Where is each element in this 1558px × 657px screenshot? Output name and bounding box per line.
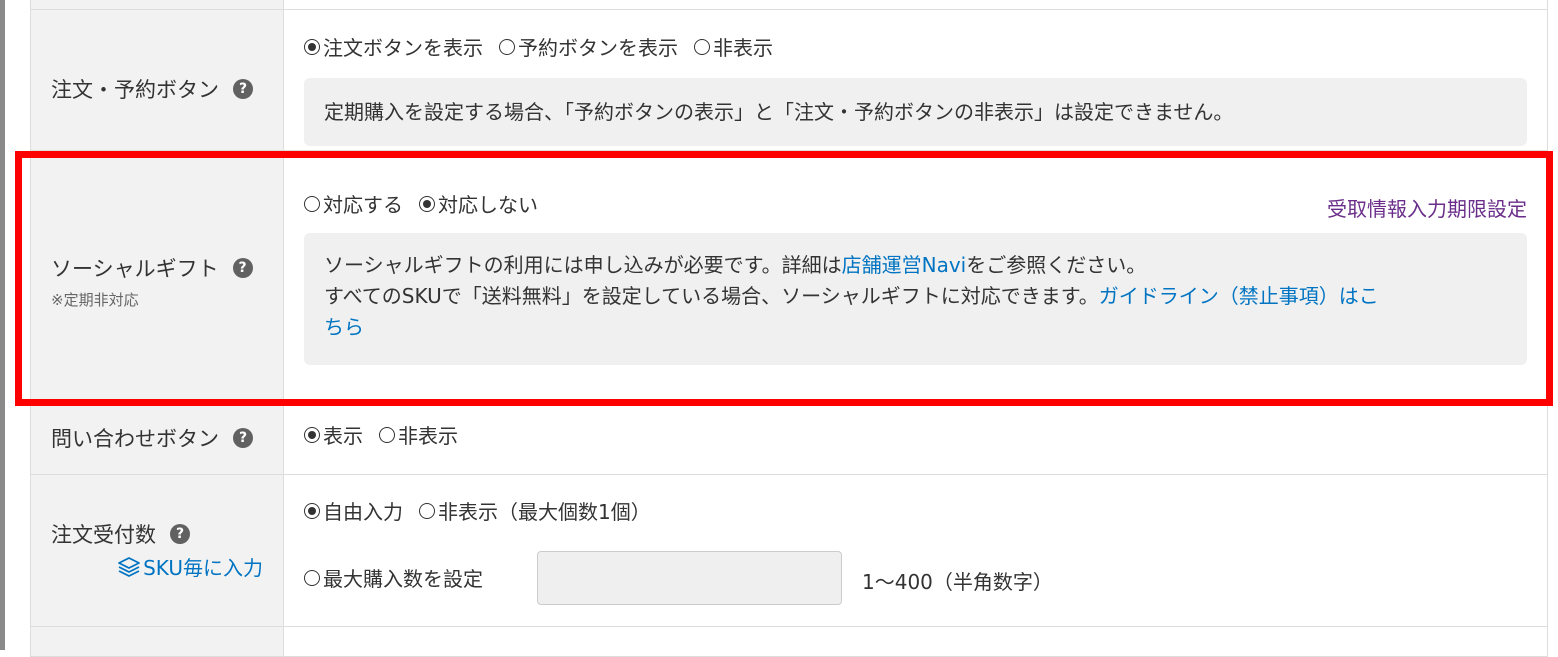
radio-unchecked-icon[interactable] <box>379 426 395 443</box>
store-navi-link[interactable]: 店舗運営Navi <box>842 253 967 277</box>
sku-input-link[interactable]: SKU毎に入力 <box>117 552 263 581</box>
order-quantity-label: 注文受付数 ? <box>51 519 190 549</box>
radio-hide-button[interactable]: 非表示 <box>694 32 773 61</box>
row-label-cell <box>31 0 284 9</box>
help-icon[interactable]: ? <box>170 524 190 544</box>
row-value-cell <box>284 0 1547 9</box>
inquiry-button-value-cell: 表示 非表示 <box>284 403 1547 474</box>
radio-social-gift-no-support[interactable]: 対応しない <box>419 189 538 218</box>
order-button-label-cell: 注文・予約ボタン ? <box>31 10 284 150</box>
order-button-label-text: 注文・予約ボタン <box>51 78 219 102</box>
radio-free-input[interactable]: 自由入力 <box>304 496 403 525</box>
inquiry-button-radio-group: 表示 非表示 <box>304 420 474 449</box>
radio-label: 最大購入数を設定 <box>323 567 483 591</box>
radio-label: 非表示 <box>398 424 458 448</box>
sku-input-link-text: SKU毎に入力 <box>143 556 263 580</box>
social-gift-note: ソーシャルギフトの利用には申し込みが必要です。詳細は店舗運営Naviをご参照くだ… <box>304 233 1527 365</box>
radio-label: 注文ボタンを表示 <box>323 36 483 60</box>
layers-icon <box>118 556 140 577</box>
radio-label: 非表示 <box>713 36 773 60</box>
radio-label: 予約ボタンを表示 <box>518 36 678 60</box>
radio-checked-icon[interactable] <box>304 426 320 443</box>
product-settings-form: 注文・予約ボタン ? 注文ボタンを表示 予約ボタンを表示 非表示 定期購入を設定… <box>30 0 1548 657</box>
guideline-link[interactable]: ガイドライン（禁止事項）はこ <box>1099 284 1379 308</box>
social-gift-note-line3: ちら <box>324 312 1507 343</box>
radio-inquiry-hide[interactable]: 非表示 <box>379 420 458 449</box>
social-gift-radio-group: 対応する 対応しない <box>304 189 554 218</box>
order-quantity-label-cell: 注文受付数 ? SKU毎に入力 <box>31 475 284 626</box>
window-edge <box>0 0 5 650</box>
radio-label: 対応する <box>323 193 403 217</box>
radio-checked-icon[interactable] <box>304 38 320 55</box>
social-gift-note-line2: すべてのSKUで「送料無料」を設定している場合、ソーシャルギフトに対応できます。… <box>324 281 1507 312</box>
form-row-partial-bottom <box>31 627 1547 657</box>
form-row-partial-top <box>31 0 1547 10</box>
radio-label: 対応しない <box>438 193 538 217</box>
row-value-cell <box>284 627 1547 656</box>
radio-unchecked-icon[interactable] <box>304 195 320 212</box>
form-row-social-gift: ソーシャルギフト ? ※定期非対応 対応する 対応しない 受取情報入力期限設定 … <box>31 151 1547 403</box>
order-button-note: 定期購入を設定する場合、「予約ボタンの表示」と「注文・予約ボタンの非表示」は設定… <box>304 78 1527 146</box>
note-text: すべてのSKUで「送料無料」を設定している場合、ソーシャルギフトに対応できます。 <box>324 284 1099 308</box>
help-icon[interactable]: ? <box>233 79 253 99</box>
note-text: ソーシャルギフトの利用には申し込みが必要です。詳細は <box>324 253 842 277</box>
inquiry-button-label-cell: 問い合わせボタン ? <box>31 403 284 474</box>
inquiry-button-label: 問い合わせボタン ? <box>51 423 253 453</box>
form-row-order-button: 注文・予約ボタン ? 注文ボタンを表示 予約ボタンを表示 非表示 定期購入を設定… <box>31 10 1547 151</box>
help-icon[interactable]: ? <box>233 428 253 448</box>
form-row-order-quantity: 注文受付数 ? SKU毎に入力 自由入力 非表示（最大個数1個） 最大購入数を設… <box>31 475 1547 627</box>
help-icon[interactable]: ? <box>232 258 253 278</box>
order-button-note-text: 定期購入を設定する場合、「予約ボタンの表示」と「注文・予約ボタンの非表示」は設定… <box>324 99 1234 124</box>
social-gift-value-cell: 対応する 対応しない 受取情報入力期限設定 ソーシャルギフトの利用には申し込みが… <box>284 151 1547 402</box>
radio-checked-icon[interactable] <box>304 502 320 519</box>
inquiry-button-label-text: 問い合わせボタン <box>51 427 219 451</box>
radio-label: 自由入力 <box>323 500 403 524</box>
radio-show-reserve-button[interactable]: 予約ボタンを表示 <box>499 32 678 61</box>
order-quantity-value-cell: 自由入力 非表示（最大個数1個） 最大購入数を設定 1〜400（半角数字） <box>284 475 1547 626</box>
order-button-label: 注文・予約ボタン ? <box>51 74 253 104</box>
social-gift-sub-label: ※定期非対応 <box>51 291 139 309</box>
note-text: をご参照ください。 <box>966 253 1147 277</box>
social-gift-label: ソーシャルギフト ? <box>51 253 253 283</box>
order-quantity-max-radio-group: 最大購入数を設定 <box>304 563 499 592</box>
order-button-radio-group: 注文ボタンを表示 予約ボタンを表示 非表示 <box>304 32 789 61</box>
form-row-inquiry-button: 問い合わせボタン ? 表示 非表示 <box>31 403 1547 475</box>
radio-label: 表示 <box>323 424 363 448</box>
row-label-cell <box>31 627 284 656</box>
order-button-value-cell: 注文ボタンを表示 予約ボタンを表示 非表示 定期購入を設定する場合、「予約ボタン… <box>284 10 1547 150</box>
social-gift-note-line1: ソーシャルギフトの利用には申し込みが必要です。詳細は店舗運営Naviをご参照くだ… <box>324 250 1507 281</box>
radio-inquiry-show[interactable]: 表示 <box>304 420 363 449</box>
radio-unchecked-icon[interactable] <box>694 38 710 55</box>
radio-checked-icon[interactable] <box>419 195 435 212</box>
guideline-link-continued[interactable]: ちら <box>324 315 364 339</box>
social-gift-label-text: ソーシャルギフト <box>51 257 219 281</box>
radio-show-order-button[interactable]: 注文ボタンを表示 <box>304 32 483 61</box>
order-quantity-label-text: 注文受付数 <box>51 523 156 547</box>
radio-unchecked-icon[interactable] <box>419 502 435 519</box>
max-quantity-input[interactable] <box>537 551 842 605</box>
max-quantity-hint: 1〜400（半角数字） <box>862 570 1053 594</box>
radio-set-max-quantity[interactable]: 最大購入数を設定 <box>304 563 483 592</box>
social-gift-label-cell: ソーシャルギフト ? ※定期非対応 <box>31 151 284 402</box>
radio-unchecked-icon[interactable] <box>304 569 320 586</box>
radio-label: 非表示（最大個数1個） <box>438 500 651 524</box>
radio-unchecked-icon[interactable] <box>499 38 515 55</box>
order-quantity-radio-group: 自由入力 非表示（最大個数1個） <box>304 496 667 525</box>
deadline-settings-link[interactable]: 受取情報入力期限設定 <box>1327 193 1527 222</box>
radio-hide-max-one[interactable]: 非表示（最大個数1個） <box>419 496 651 525</box>
radio-social-gift-support[interactable]: 対応する <box>304 189 403 218</box>
